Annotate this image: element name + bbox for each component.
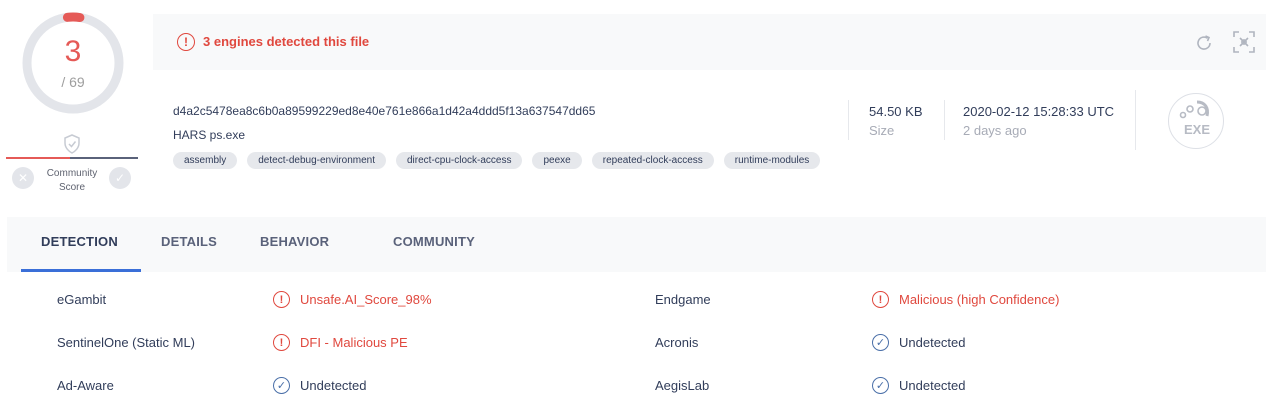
tab-details[interactable]: DETAILS	[161, 234, 217, 249]
engine-name: AegisLab	[655, 378, 710, 393]
engine-result: Malicious (high Confidence)	[899, 292, 1060, 307]
community-score-positive	[70, 157, 138, 159]
check-circle-icon: ✓	[872, 334, 889, 351]
detection-alert-banner: ! 3 engines detected this file	[153, 14, 1266, 70]
tag[interactable]: peexe	[532, 152, 582, 169]
tab-community[interactable]: COMMUNITY	[393, 234, 475, 249]
engine-result: Unsafe.AI_Score_98%	[300, 292, 432, 307]
divider	[1135, 90, 1136, 150]
tag[interactable]: runtime-modules	[723, 152, 821, 169]
engine-result: Undetected	[899, 378, 966, 393]
vote-harmless-button[interactable]: ✓	[109, 167, 131, 189]
alert-circle-icon: !	[872, 291, 889, 308]
table-row: eGambit ! Unsafe.AI_Score_98% Endgame ! …	[7, 272, 1266, 315]
reanalyze-icon[interactable]	[1193, 32, 1215, 54]
engine-total: / 69	[61, 74, 85, 90]
engine-name: Endgame	[655, 292, 711, 307]
detection-count: 3	[64, 35, 82, 68]
tag[interactable]: detect-debug-environment	[247, 152, 386, 169]
detection-gauge: 3 / 69	[20, 10, 126, 116]
shield-icon	[62, 134, 82, 154]
alert-circle-icon: !	[177, 33, 195, 51]
report-tabs: DETECTION DETAILS BEHAVIOR COMMUNITY	[7, 217, 1266, 272]
alert-circle-icon: !	[273, 334, 290, 351]
tab-behavior[interactable]: BEHAVIOR	[260, 234, 329, 249]
file-size-value: 54.50 KB	[869, 104, 923, 119]
check-circle-icon: ✓	[273, 377, 290, 394]
divider	[944, 100, 945, 140]
vote-harmful-button[interactable]: ✕	[12, 167, 34, 189]
file-hash[interactable]: d4a2c5478ea8c6b0a89599229ed8e40e761e866a…	[173, 104, 595, 118]
file-tags: assembly detect-debug-environment direct…	[173, 152, 821, 169]
alert-text: 3 engines detected this file	[203, 34, 370, 49]
detection-list: eGambit ! Unsafe.AI_Score_98% Endgame ! …	[7, 272, 1266, 408]
engine-name: Acronis	[655, 335, 699, 350]
community-score-bar	[6, 157, 138, 159]
analysis-date-relative: 2 days ago	[963, 123, 1027, 138]
engine-result: Undetected	[899, 335, 966, 350]
community-score-negative	[6, 157, 70, 159]
check-circle-icon: ✓	[872, 377, 889, 394]
engine-result: Undetected	[300, 378, 367, 393]
similar-files-icon[interactable]	[1232, 30, 1256, 54]
tag[interactable]: direct-cpu-clock-access	[396, 152, 523, 169]
score-panel: 3 / 69 ✕ Community Score ✓	[0, 0, 150, 200]
community-score-label: Community Score	[46, 168, 98, 193]
file-size-label: Size	[869, 123, 895, 138]
exe-file-type-icon: EXE	[1168, 93, 1224, 149]
engine-name: Ad-Aware	[57, 378, 114, 393]
divider	[848, 100, 849, 140]
engine-name: SentinelOne (Static ML)	[57, 335, 196, 350]
table-row: SentinelOne (Static ML) ! DFI - Maliciou…	[7, 315, 1266, 358]
engine-result: DFI - Malicious PE	[300, 335, 408, 350]
file-name: HARS ps.exe	[173, 128, 246, 142]
alert-circle-icon: !	[273, 291, 290, 308]
analysis-date-value: 2020-02-12 15:28:33 UTC	[963, 104, 1115, 119]
file-type-label: EXE	[1183, 122, 1210, 137]
table-row: Ad-Aware ✓ Undetected AegisLab ✓ Undetec…	[7, 358, 1266, 401]
tab-detection[interactable]: DETECTION	[41, 234, 118, 249]
tag[interactable]: repeated-clock-access	[591, 152, 714, 169]
tag[interactable]: assembly	[173, 152, 238, 169]
file-report-page: 3 / 69 ✕ Community Score ✓ ! 3 engines d…	[0, 0, 1271, 408]
engine-name: eGambit	[57, 292, 107, 307]
